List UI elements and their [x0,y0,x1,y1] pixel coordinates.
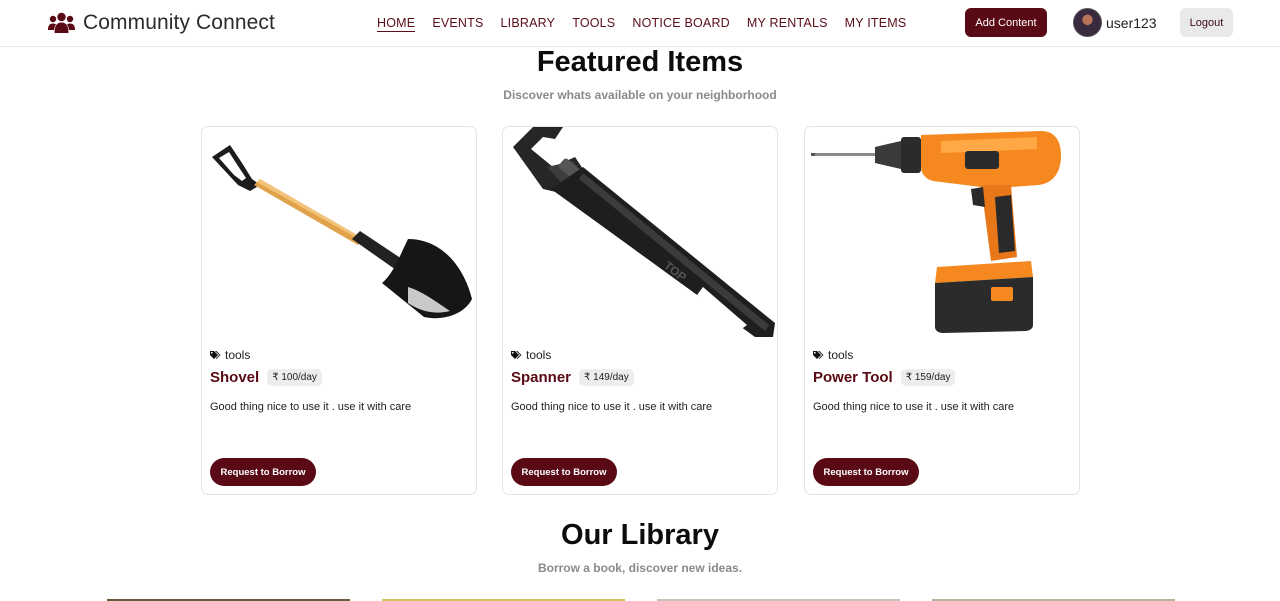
item-description: Good thing nice to use it . use it with … [511,401,713,413]
featured-title: Featured Items [536,46,744,78]
category-tag: tools [813,348,853,362]
spanner-image: TOP [503,127,777,339]
add-content-button[interactable]: Add Content [965,8,1047,37]
user-menu[interactable]: user123 [1073,8,1157,37]
navbar: Community Connect HOME EVENTS LIBRARY TO… [0,0,1280,47]
library-title: Our Library [561,519,719,551]
nav-home[interactable]: HOME [377,15,416,32]
main-nav: HOME EVENTS LIBRARY TOOLS NOTICE BOARD M… [377,15,906,32]
item-name: Shovel [210,369,260,386]
item-card-spanner: TOP tools Spanner ₹ 149/day Good thing n… [502,126,778,495]
category-tag: tools [210,348,250,362]
tags-icon [511,351,522,359]
logout-button[interactable]: Logout [1180,8,1233,37]
item-header: Shovel ₹ 100/day [210,369,322,386]
item-name: Power Tool [813,369,893,386]
item-header: Power Tool ₹ 159/day [813,369,956,386]
price-badge: ₹ 149/day [579,369,634,386]
nav-my-rentals[interactable]: MY RENTALS [747,15,828,32]
username: user123 [1106,14,1157,31]
brand[interactable]: Community Connect [48,10,275,36]
users-icon [48,12,75,33]
item-name: Spanner [511,369,572,386]
item-card-power-tool: tools Power Tool ₹ 159/day Good thing ni… [804,126,1080,495]
category-tag: tools [511,348,551,362]
item-description: Good thing nice to use it . use it with … [813,401,1015,413]
power-drill-image [805,127,1079,339]
nav-tools[interactable]: TOOLS [572,15,615,32]
request-to-borrow-button[interactable]: Request to Borrow [511,458,617,486]
brand-name: Community Connect [83,11,275,34]
category-label: tools [828,348,854,362]
nav-my-items[interactable]: MY ITEMS [845,15,907,32]
tags-icon [813,351,824,359]
category-label: tools [225,348,251,362]
nav-library[interactable]: LIBRARY [501,15,556,32]
nav-events[interactable]: EVENTS [432,15,483,32]
nav-notice-board[interactable]: NOTICE BOARD [632,15,730,32]
library-subtitle: Borrow a book, discover new ideas. [537,561,743,575]
item-description: Good thing nice to use it . use it with … [210,401,412,413]
request-to-borrow-button[interactable]: Request to Borrow [210,458,316,486]
price-badge: ₹ 100/day [267,369,322,386]
avatar[interactable] [1073,8,1102,37]
shovel-image [202,127,476,339]
featured-subtitle: Discover whats available on your neighbo… [503,88,777,102]
category-label: tools [526,348,552,362]
tags-icon [210,351,221,359]
item-header: Spanner ₹ 149/day [511,369,634,386]
request-to-borrow-button[interactable]: Request to Borrow [813,458,919,486]
price-badge: ₹ 159/day [900,369,956,386]
item-card-shovel: tools Shovel ₹ 100/day Good thing nice t… [201,126,477,495]
